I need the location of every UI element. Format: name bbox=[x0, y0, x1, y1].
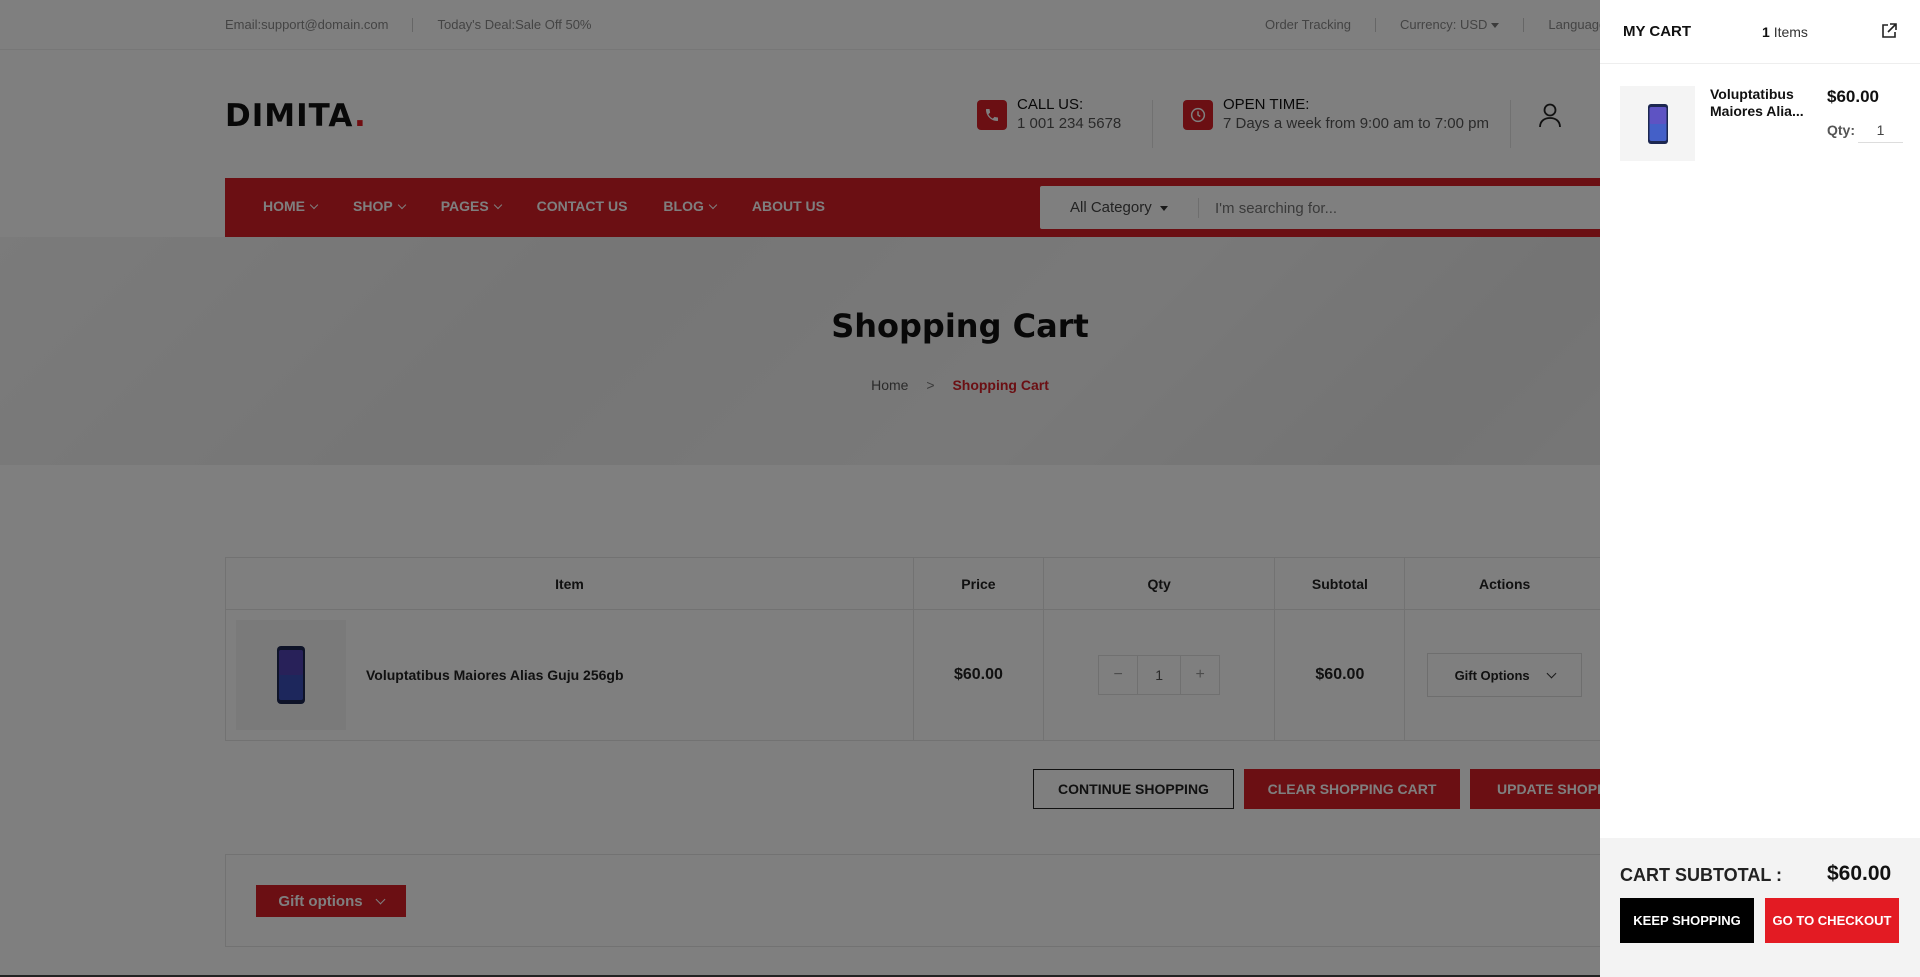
item-count-suffix: Items bbox=[1773, 24, 1808, 40]
mini-cart-title: MY CART bbox=[1623, 23, 1692, 40]
mini-cart-product-name[interactable]: Voluptatibus Maiores Alia... bbox=[1710, 86, 1810, 120]
item-count: 1 bbox=[1762, 24, 1770, 40]
mini-cart-header: MY CART 1 Items bbox=[1600, 0, 1920, 64]
modal-overlay[interactable] bbox=[0, 0, 1600, 977]
mini-cart-count: 1 Items bbox=[1762, 24, 1808, 40]
mini-cart-product-price: $60.00 bbox=[1827, 87, 1879, 106]
cart-subtotal-label: CART SUBTOTAL : bbox=[1620, 865, 1782, 885]
mini-cart-qty-label: Qty: bbox=[1827, 122, 1855, 138]
mini-cart-panel: MY CART 1 Items Voluptatibus Maiores Ali… bbox=[1600, 0, 1920, 977]
external-link-icon[interactable] bbox=[1880, 22, 1898, 40]
keep-shopping-button[interactable]: KEEP SHOPPING bbox=[1620, 898, 1754, 943]
mini-cart-item: Voluptatibus Maiores Alia... $60.00 Qty:… bbox=[1620, 86, 1905, 162]
mini-cart-product-image[interactable] bbox=[1620, 86, 1695, 161]
mini-cart-qty-input[interactable]: 1 bbox=[1858, 117, 1903, 143]
mini-cart-footer: CART SUBTOTAL : $60.00 KEEP SHOPPING GO … bbox=[1600, 838, 1920, 977]
cart-subtotal-value: $60.00 bbox=[1827, 862, 1892, 885]
shop-page: Email:support@domain.com Today's Deal:Sa… bbox=[0, 0, 1920, 977]
go-to-checkout-button[interactable]: GO TO CHECKOUT bbox=[1765, 898, 1899, 943]
